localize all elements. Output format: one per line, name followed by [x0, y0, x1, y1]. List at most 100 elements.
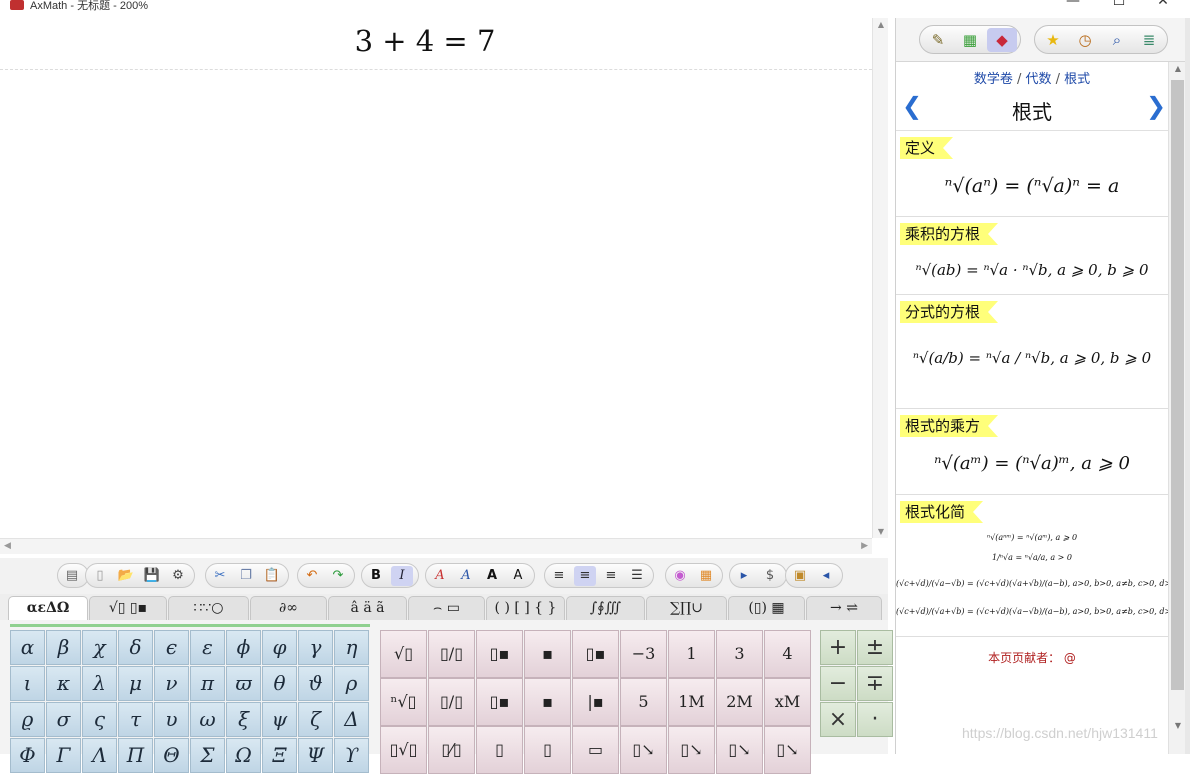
template-key[interactable]: ▯√▯ — [380, 726, 427, 774]
greek-key[interactable]: θ — [262, 666, 297, 701]
symbol-tab-5[interactable]: â ä ã — [328, 596, 407, 620]
template-key[interactable]: ▯↘ — [668, 726, 715, 774]
template-key[interactable]: ▯/▯ — [428, 678, 475, 726]
symbol-tab-10[interactable]: (▯) ▦ — [728, 596, 805, 620]
scroll-left-arrow-icon[interactable]: ◀ — [4, 541, 11, 551]
greek-key[interactable]: μ — [118, 666, 153, 701]
greek-key[interactable]: υ — [154, 702, 189, 737]
cut-button[interactable]: ✂ — [209, 566, 231, 586]
greek-key[interactable]: ϖ — [226, 666, 261, 701]
symbol-tab-6[interactable]: ⌢ ▭ — [408, 596, 485, 620]
simplify-formula[interactable]: (√c+√d)/(√a−√b) = (√c+√d)(√a+√b)/(a−b), … — [896, 579, 1168, 588]
greek-key[interactable]: η — [334, 630, 369, 665]
greek-key[interactable]: α — [10, 630, 45, 665]
operator-key[interactable]: + — [820, 630, 856, 665]
insert-menu-button[interactable]: ▤ — [61, 566, 83, 586]
settings-button[interactable]: ⚙ — [167, 566, 189, 586]
template-key[interactable]: ▯ — [476, 726, 523, 774]
template-key[interactable]: 1M — [668, 678, 715, 726]
minimize-button[interactable]: — — [1050, 0, 1096, 12]
greek-key[interactable]: Θ — [154, 738, 189, 773]
greek-key[interactable]: ζ — [298, 702, 333, 737]
scroll-thumb[interactable] — [1171, 80, 1184, 690]
close-button[interactable]: ✕ — [1140, 0, 1186, 12]
breadcrumb-item[interactable]: 代数 — [1025, 72, 1051, 87]
greek-key[interactable]: κ — [46, 666, 81, 701]
library-books-button[interactable]: ≣ — [1134, 28, 1164, 52]
breadcrumb-item[interactable]: 数学卷 — [974, 72, 1013, 87]
template-key[interactable]: ▯▪ — [572, 630, 619, 678]
simplify-formula[interactable]: (√c+√d)/(√a+√b) = (√c+√d)(√a−√b)/(a−b), … — [896, 607, 1168, 616]
simplify-formula[interactable]: 1/ⁿ√a = ⁿ√a/a, a > 0 — [896, 553, 1168, 562]
operator-key[interactable]: × — [820, 702, 856, 737]
greek-key[interactable]: ϱ — [10, 702, 45, 737]
panel-scrollbar[interactable]: ▲ ▼ — [1168, 62, 1186, 754]
toolbox-button[interactable]: ▣ — [789, 566, 811, 586]
greek-key[interactable]: ε — [190, 630, 225, 665]
template-key[interactable]: ⁿ√▯ — [380, 678, 427, 726]
symbol-tab-7[interactable]: ( ) [ ] { } — [486, 596, 565, 620]
contributor-label[interactable]: 本页页献者： @ — [896, 649, 1168, 666]
template-key[interactable]: ▯↘ — [716, 726, 763, 774]
star-button[interactable]: ★ — [1038, 28, 1068, 52]
section-formula[interactable]: ⁿ√(a/b) = ⁿ√a / ⁿ√b, a ⩾ 0, b ⩾ 0 — [896, 349, 1168, 367]
greek-key[interactable]: ϒ — [334, 738, 369, 773]
template-key[interactable]: 1 — [668, 630, 715, 678]
symbol-tab-3[interactable]: ∷∵○ — [168, 596, 249, 620]
greek-key[interactable]: ψ — [262, 702, 297, 737]
font-italic-a-button[interactable]: A — [455, 566, 477, 586]
template-key[interactable]: ▯⁄▯ — [428, 726, 475, 774]
template-key[interactable]: ▪ — [524, 630, 571, 678]
section-formula[interactable]: ⁿ√(ab) = ⁿ√a · ⁿ√b, a ⩾ 0, b ⩾ 0 — [896, 261, 1168, 279]
maximize-button[interactable]: ☐ — [1096, 0, 1142, 12]
greek-key[interactable]: ρ — [334, 666, 369, 701]
greek-key[interactable]: Φ — [10, 738, 45, 773]
symbol-tab-9[interactable]: ∑∏∪ — [646, 596, 727, 620]
save-button[interactable]: 💾 — [141, 566, 163, 586]
operator-key[interactable]: − — [820, 666, 856, 701]
font-size-small-button[interactable]: A — [507, 566, 529, 586]
scroll-down-arrow-icon[interactable]: ▼ — [873, 527, 889, 536]
greek-key[interactable]: ϕ — [226, 630, 261, 665]
grid-palette-button[interactable]: ▦ — [955, 28, 985, 52]
align-left-button[interactable]: ≡ — [548, 566, 570, 586]
template-key[interactable]: 3 — [716, 630, 763, 678]
symbol-tab-4[interactable]: ∂∞ — [250, 596, 327, 620]
greek-key[interactable]: Π — [118, 738, 153, 773]
greek-key[interactable]: Ψ — [298, 738, 333, 773]
section-formula[interactable]: ⁿ√(aᵐ) = (ⁿ√a)ᵐ, a ⩾ 0 — [896, 453, 1168, 474]
history-button[interactable]: ◷ — [1070, 28, 1100, 52]
template-key[interactable]: ▯▪ — [476, 630, 523, 678]
symbol-tab-2[interactable]: √▯ ▯▪ — [89, 596, 167, 620]
operator-key[interactable]: ∓ — [857, 666, 893, 701]
simplify-formula[interactable]: ⁿ√(aⁿᵐ) = ⁿ√(aᵐ), a ⩾ 0 — [896, 533, 1168, 542]
greek-key[interactable]: ν — [154, 666, 189, 701]
greek-key[interactable]: δ — [118, 630, 153, 665]
greek-key[interactable]: ω — [190, 702, 225, 737]
undo-button[interactable]: ↶ — [301, 566, 323, 586]
template-key[interactable]: √▯ — [380, 630, 427, 678]
editor-formula[interactable]: 3 + 4 = 7 — [0, 24, 850, 58]
template-key[interactable]: 2M — [716, 678, 763, 726]
template-key[interactable]: ▪ — [524, 678, 571, 726]
redo-button[interactable]: ↷ — [327, 566, 349, 586]
template-key[interactable]: ▭ — [572, 726, 619, 774]
greek-key[interactable]: λ — [82, 666, 117, 701]
symbol-tab-1[interactable]: αεΔΩ — [8, 596, 88, 620]
breadcrumb-item[interactable]: 根式 — [1064, 72, 1090, 87]
greek-key[interactable]: Δ — [334, 702, 369, 737]
greek-key[interactable]: ϵ — [154, 630, 189, 665]
template-key[interactable]: 5 — [620, 678, 667, 726]
template-key[interactable]: ▯/▯ — [428, 630, 475, 678]
operator-key[interactable]: · — [857, 702, 893, 737]
section-formula[interactable]: ⁿ√(aⁿ) = (ⁿ√a)ⁿ = a — [896, 175, 1168, 197]
greek-key[interactable]: Σ — [190, 738, 225, 773]
greek-key[interactable]: γ — [298, 630, 333, 665]
greek-key[interactable]: π — [190, 666, 225, 701]
template-key[interactable]: ▯↘ — [764, 726, 811, 774]
font-size-large-button[interactable]: A — [481, 566, 503, 586]
greek-key[interactable]: Ξ — [262, 738, 297, 773]
greek-key[interactable]: ι — [10, 666, 45, 701]
bold-button[interactable]: B — [365, 566, 387, 586]
italic-button[interactable]: I — [391, 566, 413, 586]
